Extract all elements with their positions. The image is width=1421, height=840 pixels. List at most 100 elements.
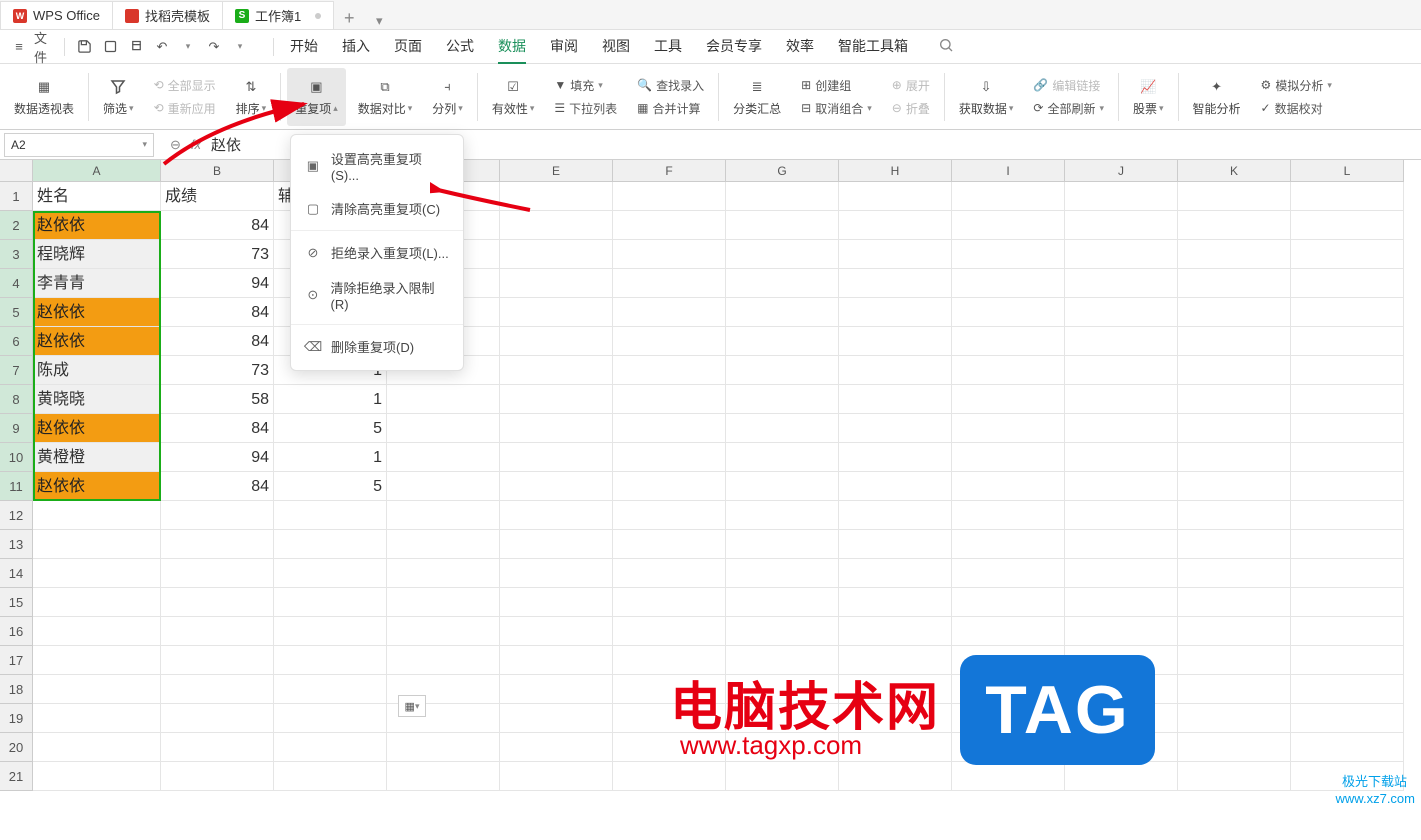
- cell[interactable]: [33, 704, 161, 733]
- cell[interactable]: 李青青: [33, 269, 161, 298]
- menu-tab-member[interactable]: 会员专享: [706, 30, 762, 64]
- cell[interactable]: [500, 356, 613, 385]
- menu-tab-view[interactable]: 视图: [602, 30, 630, 64]
- cell[interactable]: [387, 762, 500, 791]
- cell[interactable]: [387, 443, 500, 472]
- cell[interactable]: [500, 385, 613, 414]
- cell[interactable]: [726, 617, 839, 646]
- cell[interactable]: [274, 530, 387, 559]
- row-header[interactable]: 2: [0, 211, 33, 240]
- subtotal-button[interactable]: ≣分类汇总: [725, 68, 789, 126]
- cell[interactable]: [839, 472, 952, 501]
- cell[interactable]: [839, 414, 952, 443]
- cell[interactable]: [952, 240, 1065, 269]
- cell[interactable]: 姓名: [33, 182, 161, 211]
- cell[interactable]: 5: [274, 414, 387, 443]
- cell[interactable]: 陈成: [33, 356, 161, 385]
- cell[interactable]: [1291, 617, 1404, 646]
- cell[interactable]: [500, 733, 613, 762]
- cell[interactable]: [1178, 704, 1291, 733]
- cell[interactable]: [1291, 530, 1404, 559]
- cell[interactable]: [839, 443, 952, 472]
- getdata-button[interactable]: ⇩获取数据▾: [951, 68, 1022, 126]
- cell[interactable]: [613, 762, 726, 791]
- cell[interactable]: [839, 269, 952, 298]
- dropdown-list-button[interactable]: ☰ 下拉列表: [554, 100, 617, 117]
- dd-clear-reject[interactable]: ⊙清除拒绝录入限制(R): [291, 270, 463, 320]
- row-header[interactable]: 13: [0, 530, 33, 559]
- select-all-corner[interactable]: [0, 160, 33, 182]
- cell[interactable]: [161, 762, 274, 791]
- cell[interactable]: [1178, 617, 1291, 646]
- cell[interactable]: [1291, 182, 1404, 211]
- cell[interactable]: [726, 414, 839, 443]
- cell[interactable]: 赵依依: [33, 414, 161, 443]
- cell[interactable]: [500, 501, 613, 530]
- cell[interactable]: [839, 617, 952, 646]
- cell[interactable]: 84: [161, 414, 274, 443]
- column-header[interactable]: J: [1065, 160, 1178, 182]
- cell[interactable]: [500, 675, 613, 704]
- cell[interactable]: 赵依依: [33, 327, 161, 356]
- cell[interactable]: [613, 588, 726, 617]
- row-header[interactable]: 1: [0, 182, 33, 211]
- cell[interactable]: [274, 588, 387, 617]
- file-menu[interactable]: 文件: [34, 36, 56, 58]
- cell[interactable]: [500, 211, 613, 240]
- cell[interactable]: 94: [161, 443, 274, 472]
- cell[interactable]: [1065, 240, 1178, 269]
- validate-button[interactable]: ☑有效性▾: [484, 68, 543, 126]
- cell[interactable]: 黄晓晓: [33, 385, 161, 414]
- cell[interactable]: [500, 240, 613, 269]
- cell[interactable]: [1291, 385, 1404, 414]
- validate2-button[interactable]: ✓ 数据校对: [1261, 100, 1323, 117]
- cell[interactable]: [952, 414, 1065, 443]
- cell[interactable]: [839, 530, 952, 559]
- cell[interactable]: [500, 472, 613, 501]
- editlink-button[interactable]: 🔗 编辑链接: [1033, 77, 1100, 94]
- simulate-button[interactable]: ⚙ 模拟分析 ▾: [1261, 77, 1332, 94]
- cell[interactable]: [1065, 472, 1178, 501]
- cell[interactable]: [613, 501, 726, 530]
- cell[interactable]: [613, 269, 726, 298]
- column-header[interactable]: I: [952, 160, 1065, 182]
- cell[interactable]: [387, 617, 500, 646]
- cell[interactable]: [500, 182, 613, 211]
- tab-template[interactable]: 找稻壳模板: [113, 1, 223, 29]
- cell[interactable]: [500, 762, 613, 791]
- row-header[interactable]: 6: [0, 327, 33, 356]
- cell[interactable]: [952, 501, 1065, 530]
- cell[interactable]: [726, 240, 839, 269]
- cell[interactable]: [274, 704, 387, 733]
- cell[interactable]: 成绩: [161, 182, 274, 211]
- cell[interactable]: [839, 327, 952, 356]
- cell[interactable]: [1178, 269, 1291, 298]
- cell[interactable]: [952, 269, 1065, 298]
- cell[interactable]: [1178, 559, 1291, 588]
- row-header[interactable]: 3: [0, 240, 33, 269]
- cell[interactable]: [1065, 443, 1178, 472]
- cell[interactable]: 58: [161, 385, 274, 414]
- save-button[interactable]: [73, 36, 95, 58]
- cell[interactable]: [839, 211, 952, 240]
- sort-button[interactable]: ⇅排序▾: [228, 68, 275, 126]
- row-header[interactable]: 17: [0, 646, 33, 675]
- cell[interactable]: [613, 530, 726, 559]
- column-header[interactable]: G: [726, 160, 839, 182]
- formula-input[interactable]: 赵依: [211, 134, 241, 155]
- cell[interactable]: [1178, 211, 1291, 240]
- cell[interactable]: [1065, 269, 1178, 298]
- cell[interactable]: [161, 617, 274, 646]
- cell[interactable]: [161, 530, 274, 559]
- ungroup-button[interactable]: ⊟ 取消组合 ▾: [801, 100, 872, 117]
- cell[interactable]: [726, 298, 839, 327]
- cell[interactable]: [613, 182, 726, 211]
- cell[interactable]: 赵依依: [33, 472, 161, 501]
- menu-tab-insert[interactable]: 插入: [342, 30, 370, 64]
- cell[interactable]: [1065, 182, 1178, 211]
- cell[interactable]: [1291, 472, 1404, 501]
- cell[interactable]: [1065, 530, 1178, 559]
- row-header[interactable]: 4: [0, 269, 33, 298]
- cell[interactable]: [500, 646, 613, 675]
- cell[interactable]: [1065, 501, 1178, 530]
